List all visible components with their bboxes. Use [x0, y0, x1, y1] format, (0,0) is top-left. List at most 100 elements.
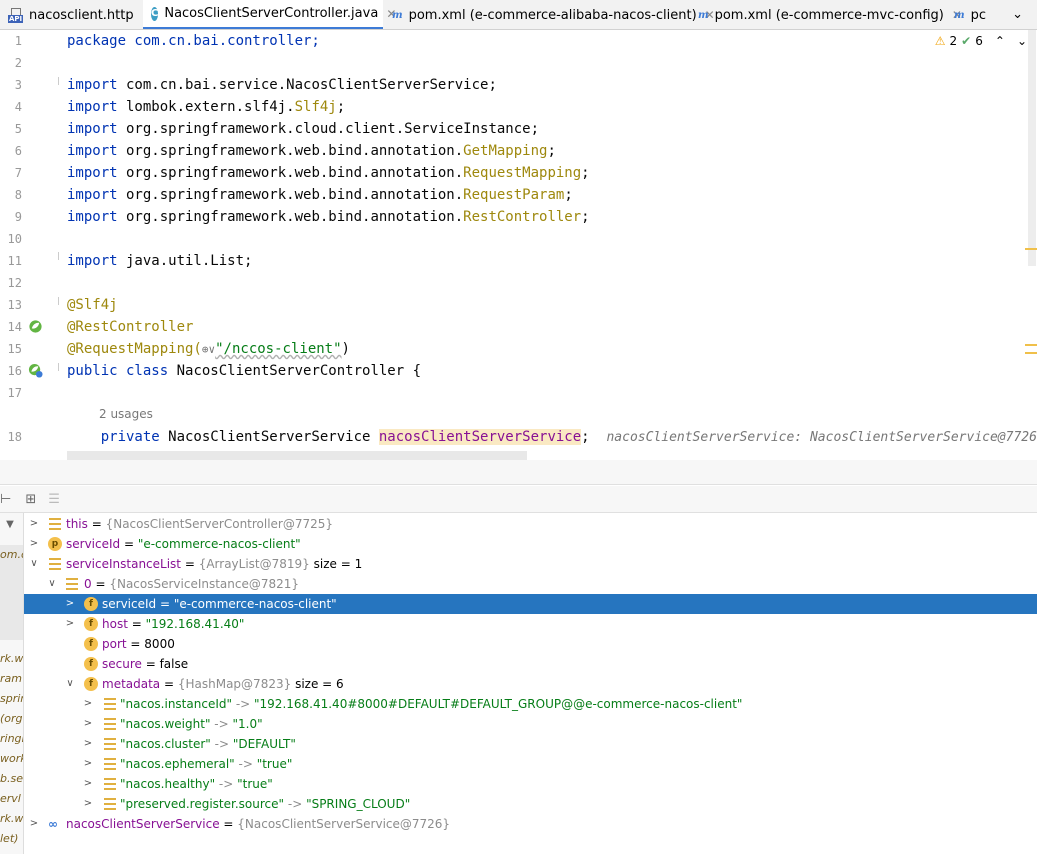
- tab-pom-truncated[interactable]: m pc: [946, 0, 996, 29]
- spring-bean-web-icon[interactable]: [28, 363, 43, 378]
- map-entry-icon: [104, 698, 116, 710]
- java-class-icon: C: [151, 6, 159, 21]
- code-line-9: import org.springframework.web.bind.anno…: [67, 209, 590, 225]
- frame-item[interactable]: let): [0, 829, 23, 849]
- frame-item[interactable]: sprin: [0, 689, 23, 709]
- chevron-down-icon[interactable]: ∨: [46, 574, 58, 594]
- map-entry-icon: [104, 758, 116, 770]
- variable-row-field-host[interactable]: > f host = "192.168.41.40": [24, 614, 1037, 634]
- object-icon: [49, 558, 61, 570]
- frame-item[interactable]: ervl: [0, 789, 23, 809]
- chevron-right-icon[interactable]: >: [82, 794, 94, 814]
- spring-bean-icon[interactable]: [28, 319, 43, 334]
- chevron-down-icon[interactable]: ∨: [28, 554, 40, 574]
- variable-row-this[interactable]: > this = {NacosClientServerController@77…: [24, 514, 1037, 534]
- line-number: 6: [14, 144, 22, 158]
- maven-icon: m: [954, 9, 965, 21]
- variable-row-serviceId[interactable]: > p serviceId = "e-commerce-nacos-client…: [24, 534, 1037, 554]
- code-editor[interactable]: ⚠ 2 ✔ 6 ⌃ ⌄ 1 2 3 4 5 6 7 8 9 10 11 12 1…: [0, 30, 1037, 460]
- scroll-marker[interactable]: [1025, 344, 1037, 346]
- line-number: 17: [7, 386, 22, 400]
- chevron-right-icon[interactable]: >: [82, 714, 94, 734]
- chevron-right-icon[interactable]: >: [64, 594, 76, 614]
- tab-pom-mvc-config[interactable]: m pom.xml (e-commerce-mvc-config) ✕: [690, 0, 962, 29]
- frame-item[interactable]: work: [0, 749, 23, 769]
- warning-icon: ⚠: [934, 34, 946, 48]
- line-number: 1: [14, 34, 22, 48]
- chevron-down-icon[interactable]: ⌄: [1017, 34, 1027, 48]
- inspection-widget[interactable]: ⚠ 2 ✔ 6 ⌃ ⌄: [935, 34, 1027, 48]
- vertical-scrollbar[interactable]: [1028, 30, 1036, 266]
- frame-item[interactable]: (org: [0, 709, 23, 729]
- frames-panel: ▼ om.c rk.w ram sprin (org ringi work b.…: [0, 513, 24, 854]
- code-line-5: import org.springframework.cloud.client.…: [67, 121, 540, 137]
- fold-marker[interactable]: [58, 363, 64, 371]
- maven-icon: m: [698, 9, 709, 21]
- horizontal-scrollbar[interactable]: [67, 451, 527, 460]
- tab-nacosclient-http[interactable]: API nacosclient.http: [0, 0, 143, 29]
- line-number: 10: [7, 232, 22, 246]
- code-line-11: import java.util.List;: [67, 253, 253, 269]
- variable-row-nacosClientServerService[interactable]: > ∞ nacosClientServerService = {NacosCli…: [24, 814, 1037, 834]
- line-number: 9: [14, 210, 22, 224]
- map-entry-row[interactable]: > "preserved.register.source" -> "SPRING…: [24, 794, 1037, 814]
- chevron-right-icon[interactable]: >: [82, 694, 94, 714]
- variable-row-field-port[interactable]: f port = 8000: [24, 634, 1037, 654]
- frame-item[interactable]: ram: [0, 669, 23, 689]
- line-number: 13: [7, 298, 22, 312]
- chevron-down-icon[interactable]: ⌄: [1012, 0, 1023, 29]
- line-number: 12: [7, 276, 22, 290]
- frame-item[interactable]: b.se: [0, 769, 23, 789]
- chevron-right-icon[interactable]: >: [28, 814, 40, 834]
- map-entry-row[interactable]: > "nacos.instanceId" -> "192.168.41.40#8…: [24, 694, 1037, 714]
- frame-item[interactable]: ringi: [0, 729, 23, 749]
- fold-marker[interactable]: [58, 77, 64, 85]
- scroll-marker[interactable]: [1025, 248, 1037, 250]
- list-view-icon[interactable]: ☰: [48, 492, 60, 507]
- tab-pom-nacos-client[interactable]: m pom.xml (e-commerce-alibaba-nacos-clie…: [384, 0, 715, 29]
- check-icon: ✔: [961, 34, 972, 48]
- map-entry-row[interactable]: > "nacos.healthy" -> "true": [24, 774, 1037, 794]
- check-count: 6: [975, 34, 983, 48]
- scroll-marker[interactable]: [1025, 352, 1037, 354]
- chevron-right-icon[interactable]: >: [28, 534, 40, 554]
- code-line-16: public class NacosClientServerController…: [67, 363, 422, 379]
- line-number: 4: [14, 100, 22, 114]
- variable-row-index-0[interactable]: ∨ 0 = {NacosServiceInstance@7821}: [24, 574, 1037, 594]
- variable-row-serviceInstanceList[interactable]: ∨ serviceInstanceList = {ArrayList@7819}…: [24, 554, 1037, 574]
- parameter-icon: p: [48, 537, 62, 551]
- panel-splitter[interactable]: [0, 460, 1037, 485]
- table-view-icon[interactable]: ⊞: [25, 492, 36, 507]
- chevron-right-icon[interactable]: >: [28, 514, 40, 534]
- variable-row-field-metadata[interactable]: ∨ f metadata = {HashMap@7823} size = 6: [24, 674, 1037, 694]
- tab-label: NacosClientServerController.java: [164, 6, 379, 21]
- line-number: 8: [14, 188, 22, 202]
- chevron-right-icon[interactable]: >: [82, 774, 94, 794]
- object-icon: [66, 578, 78, 590]
- frame-item[interactable]: [0, 565, 23, 640]
- chevron-down-icon[interactable]: ∨: [64, 674, 76, 694]
- map-entry-row[interactable]: > "nacos.weight" -> "1.0": [24, 714, 1037, 734]
- variable-row-field-serviceId[interactable]: > f serviceId = "e-commerce-nacos-client…: [24, 594, 1037, 614]
- field-icon: f: [84, 677, 98, 691]
- restore-layout-icon[interactable]: ⊢: [0, 492, 11, 507]
- usages-hint[interactable]: 2 usages: [99, 403, 153, 425]
- chevron-down-icon[interactable]: ▼: [4, 519, 16, 530]
- variable-row-field-secure[interactable]: f secure = false: [24, 654, 1037, 674]
- frame-item[interactable]: rk.w: [0, 649, 23, 669]
- maven-icon: m: [392, 9, 403, 21]
- map-entry-icon: [104, 738, 116, 750]
- chevron-right-icon[interactable]: >: [82, 734, 94, 754]
- fold-marker[interactable]: [58, 252, 64, 260]
- chevron-up-icon[interactable]: ⌃: [995, 34, 1005, 48]
- tab-controller-java[interactable]: C NacosClientServerController.java ✕: [143, 0, 396, 29]
- code-line-15: @RequestMapping(⊕∨"/nccos-client"): [67, 341, 350, 357]
- chevron-right-icon[interactable]: >: [64, 614, 76, 634]
- map-entry-row[interactable]: > "nacos.cluster" -> "DEFAULT": [24, 734, 1037, 754]
- frame-item[interactable]: om.c: [0, 545, 23, 565]
- fold-marker[interactable]: [58, 297, 64, 305]
- frame-item[interactable]: rk.w: [0, 809, 23, 829]
- map-entry-row[interactable]: > "nacos.ephemeral" -> "true": [24, 754, 1037, 774]
- code-line-8: import org.springframework.web.bind.anno…: [67, 187, 573, 203]
- chevron-right-icon[interactable]: >: [82, 754, 94, 774]
